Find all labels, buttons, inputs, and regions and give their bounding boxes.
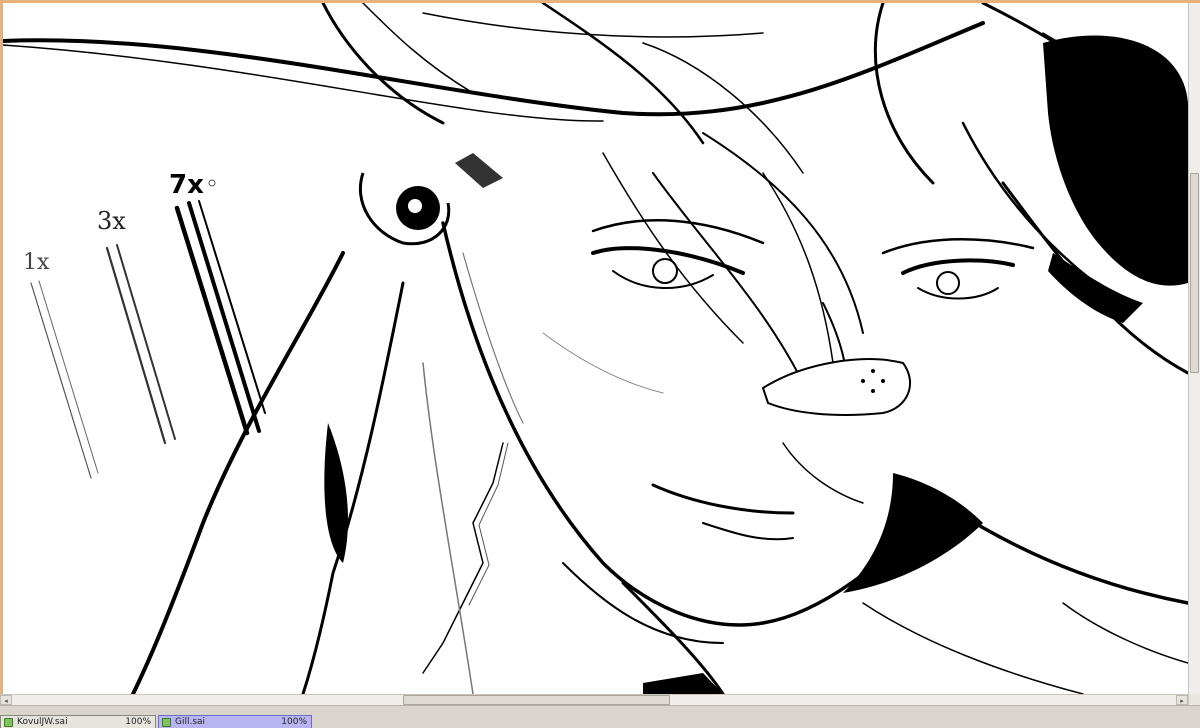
document-tab-name: Gill.sai <box>175 717 206 727</box>
document-tab-bar: KovulJW.sai 100% Gill.sai 100% <box>0 705 1200 728</box>
lineart-illustration: 1x 3x 7x <box>3 3 1188 694</box>
stroke-label-7x: 7x <box>169 170 204 200</box>
scrollbar-corner <box>1188 694 1200 705</box>
scroll-left-arrow-icon[interactable]: ◂ <box>0 695 12 705</box>
document-tab-kovuljw[interactable]: KovulJW.sai 100% <box>0 715 156 728</box>
document-tab-name: KovulJW.sai <box>17 717 68 727</box>
scroll-right-arrow-icon[interactable]: ▸ <box>1176 695 1188 705</box>
document-tab-gill[interactable]: Gill.sai 100% <box>158 715 312 728</box>
drawing-canvas[interactable]: 1x 3x 7x <box>3 3 1188 694</box>
horizontal-scroll-thumb[interactable] <box>403 695 670 705</box>
stroke-label-1x: 1x <box>23 250 50 275</box>
vertical-scrollbar[interactable] <box>1188 3 1200 694</box>
horizontal-scrollbar[interactable]: ◂ ▸ <box>0 694 1188 705</box>
document-tab-zoom: 100% <box>125 717 151 727</box>
sai-file-icon <box>4 718 13 727</box>
vertical-scroll-thumb[interactable] <box>1190 173 1199 373</box>
paint-tool-sai-window: 1x 3x 7x ◂ ▸ KovulJW.sai 100% Gill.sai 1… <box>0 0 1200 728</box>
stroke-label-3x: 3x <box>97 207 126 235</box>
sai-file-icon <box>162 718 171 727</box>
document-tab-zoom: 100% <box>281 717 307 727</box>
